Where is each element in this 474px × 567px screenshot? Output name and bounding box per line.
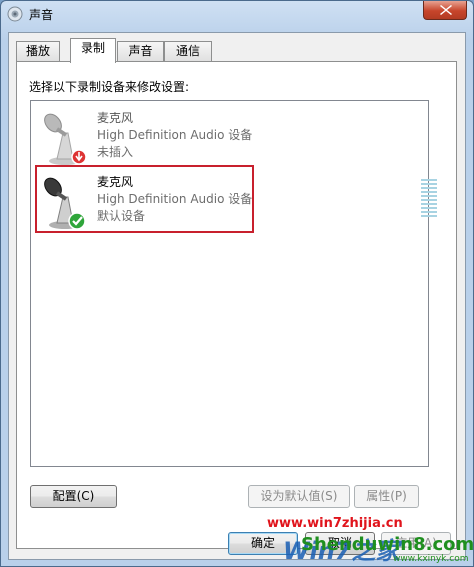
close-icon [440, 5, 452, 15]
device-status: 未插入 [97, 145, 134, 159]
dialog-client: 播放 录制 声音 通信 选择以下录制设备来修改设置: 麦克风 High Defi… [8, 32, 466, 560]
device-list[interactable]: 麦克风 High Definition Audio 设备 未插入 麦克风 Hig… [30, 100, 437, 467]
window-title: 声音 [29, 8, 54, 22]
watermark-site: www.kxinyk.com [393, 554, 469, 564]
title-bar[interactable]: 声音 [1, 1, 473, 27]
device-item[interactable]: 麦克风 High Definition Audio 设备 未插入 [33, 103, 426, 167]
microphone-icon [44, 113, 87, 165]
instruction-text: 选择以下录制设备来修改设置: [29, 80, 190, 94]
speaker-icon [7, 6, 23, 22]
tab-playback[interactable]: 播放 [16, 41, 60, 61]
watermark-site: Shenduwin8.com [301, 534, 474, 555]
watermark-site: www.win7zhijia.cn [267, 516, 403, 531]
tab-communications[interactable]: 通信 [164, 41, 212, 61]
tab-recording[interactable]: 录制 [70, 38, 116, 63]
level-meter [421, 179, 437, 219]
close-button[interactable] [423, 1, 467, 20]
set-default-button[interactable]: 设为默认值(S) [248, 485, 350, 508]
sound-dialog: 声音 播放 录制 声音 通信 选择以下录制设备来修改设置: 麦克风 High D… [0, 0, 474, 567]
device-driver: High Definition Audio 设备 [97, 128, 253, 142]
tab-sounds[interactable]: 声音 [117, 41, 164, 61]
device-name: 麦克风 [97, 111, 134, 125]
properties-button[interactable]: 属性(P) [354, 485, 419, 508]
selection-highlight [35, 165, 254, 233]
configure-button[interactable]: 配置(C) [30, 485, 117, 508]
